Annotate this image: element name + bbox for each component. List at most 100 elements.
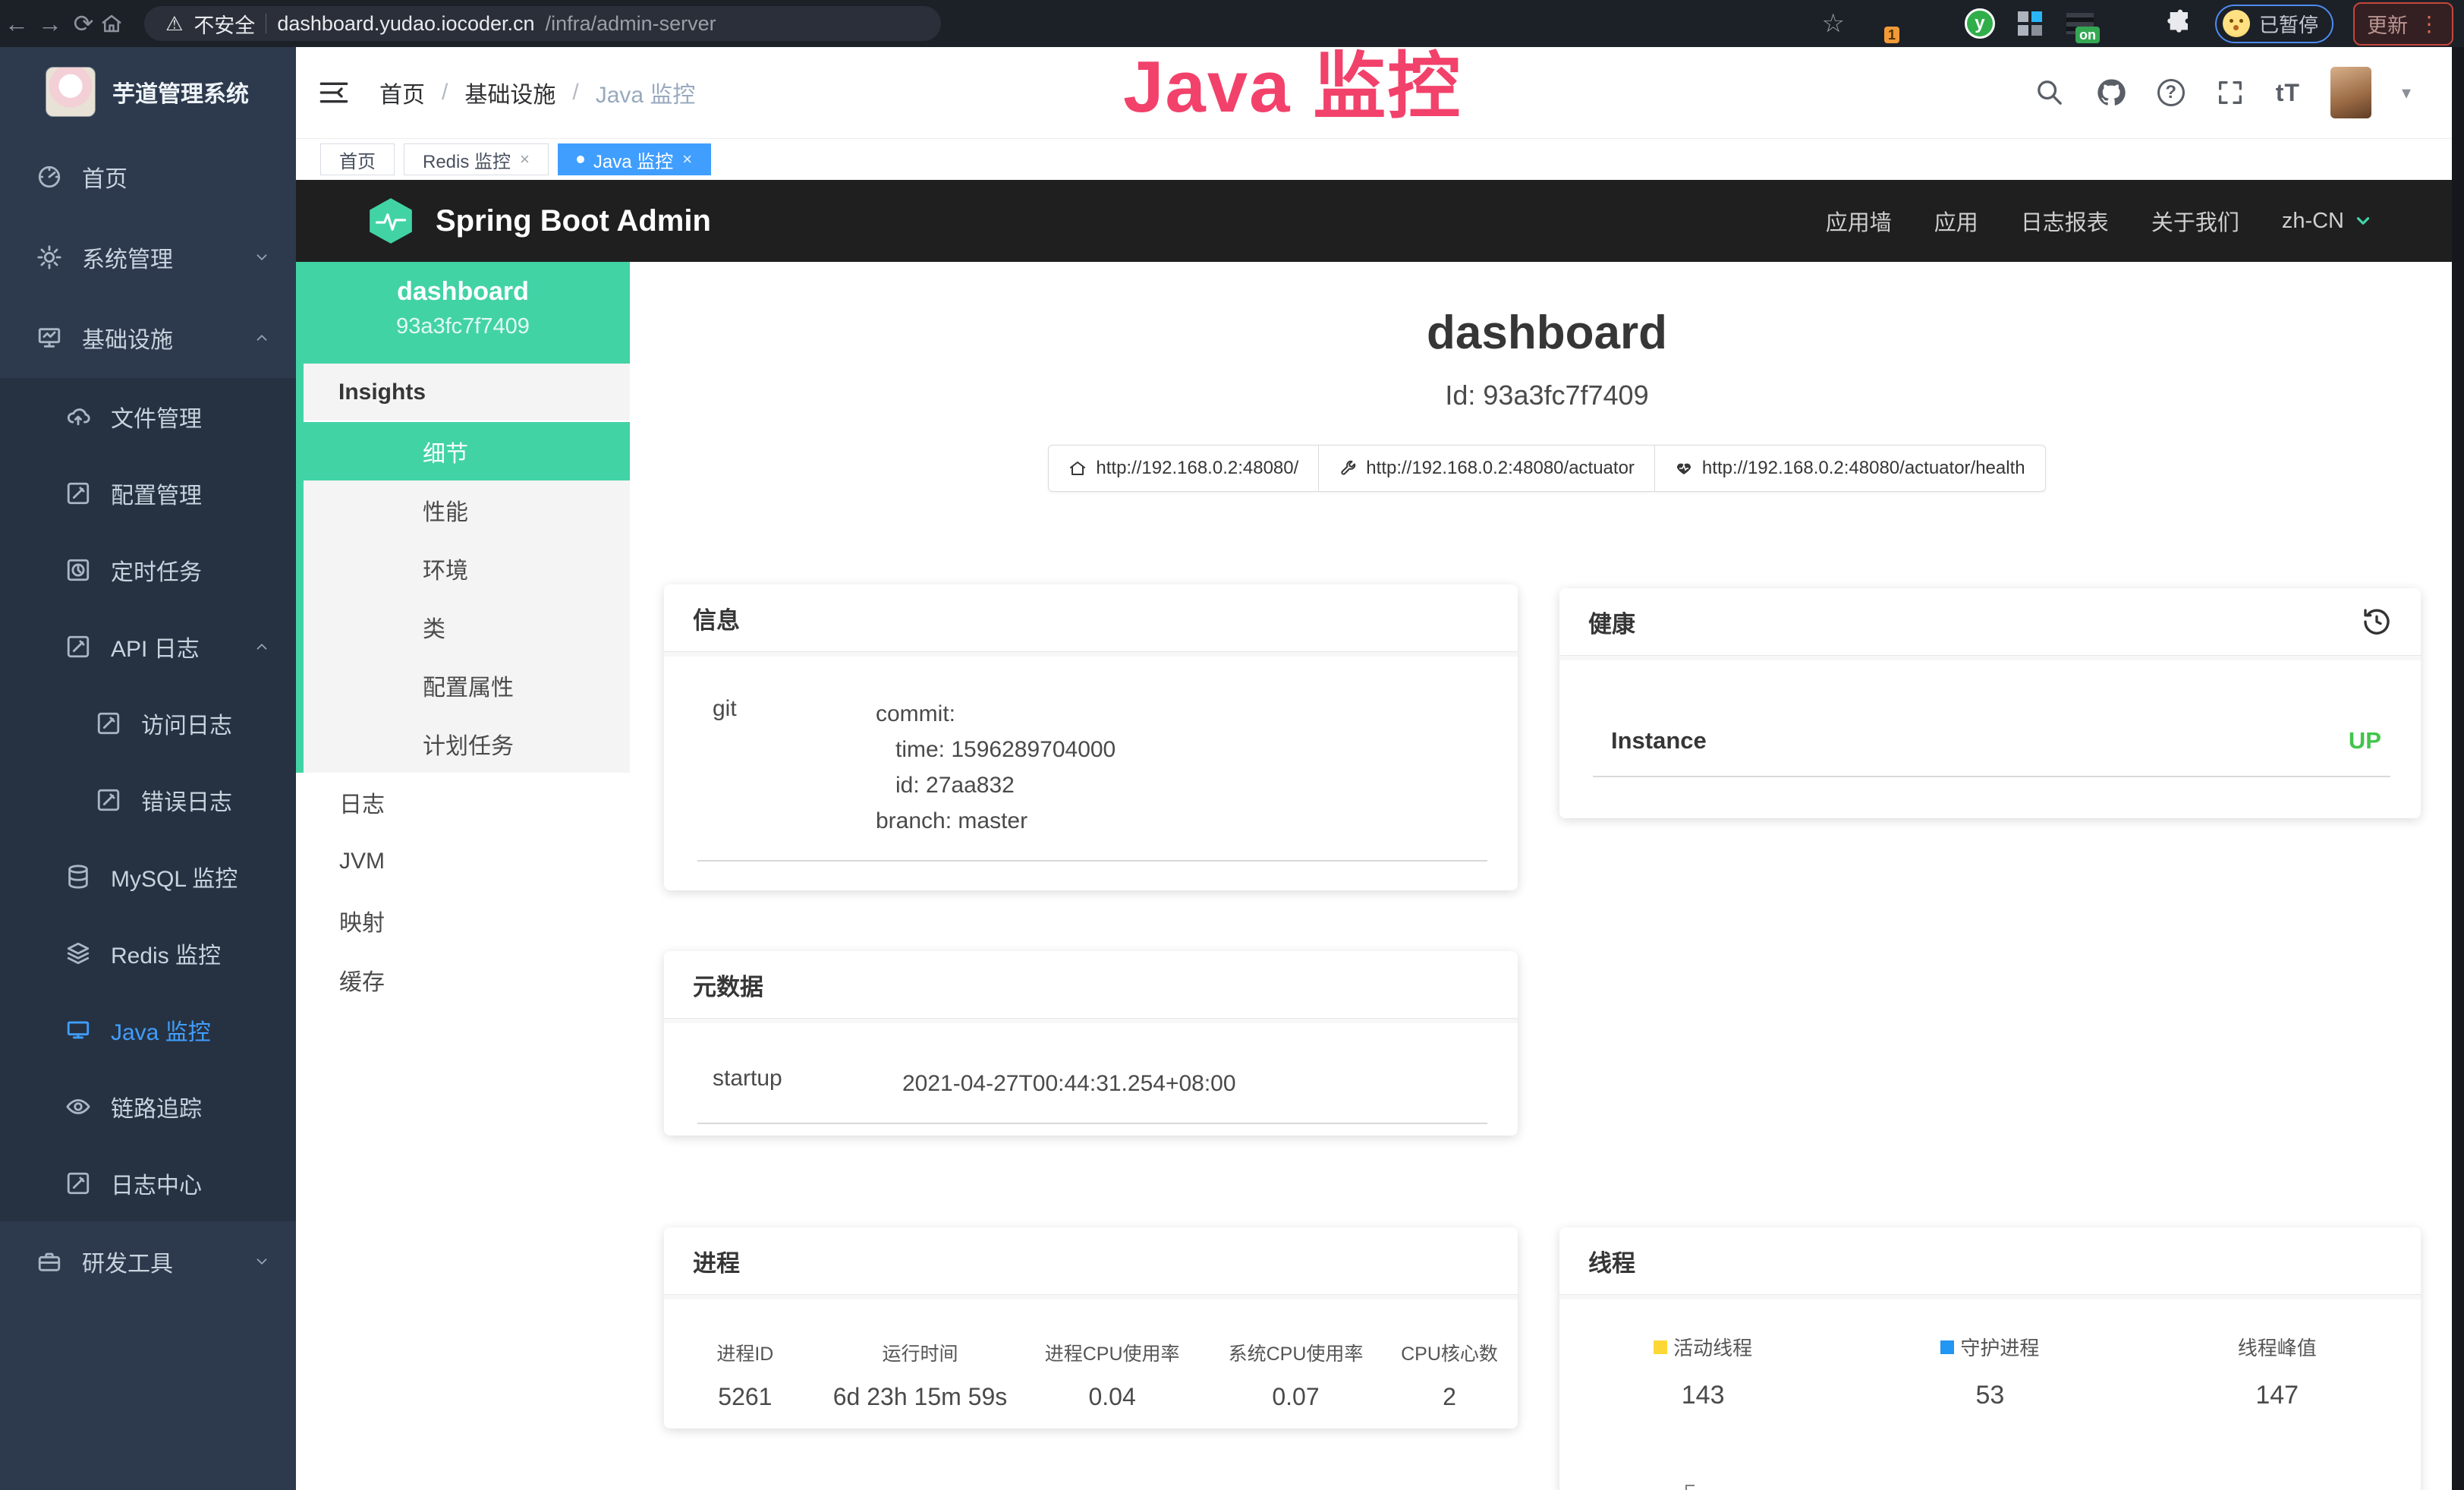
menu-item-config-props[interactable]: 配置属性 <box>304 656 630 714</box>
forward-icon[interactable]: → <box>33 10 67 38</box>
menu-item-caches[interactable]: 缓存 <box>296 950 630 1010</box>
scrollbar[interactable] <box>2452 47 2464 1490</box>
health-url-link[interactable]: http://192.168.0.2:48080/actuator/health <box>1654 446 2045 491</box>
tab-redis-monitor[interactable]: Redis 监控 × <box>404 143 549 175</box>
process-card: 进程 进程ID 运行时间 进程CPU使用率 系统CPU使用率 CPU核心数 52… <box>664 1227 1518 1429</box>
health-card-header: 健康 <box>1559 588 2421 656</box>
home-icon-glyph <box>100 12 123 35</box>
tab-java-monitor[interactable]: Java 监控 × <box>558 143 711 175</box>
update-button[interactable]: 更新 ⋮ <box>2353 2 2453 46</box>
url-path[interactable]: /infra/admin-server <box>546 12 716 36</box>
close-icon[interactable]: × <box>682 150 692 169</box>
browser-menu-icon[interactable]: ⋮ <box>2418 11 2440 36</box>
menu-item-metrics[interactable]: 性能 <box>304 480 630 539</box>
legend-live-label: 活动线程 <box>1673 1333 1752 1361</box>
security-label[interactable]: 不安全 <box>194 9 255 39</box>
sidebar-item-access-log[interactable]: 访问日志 <box>0 685 296 761</box>
home-icon[interactable] <box>100 12 134 35</box>
col-uptime: 运行时间 <box>826 1339 1015 1366</box>
extensions-puzzle-icon[interactable] <box>2165 8 2195 39</box>
menu-item-logs[interactable]: 日志 <box>296 773 630 832</box>
health-instance-label: Instance <box>1611 727 1707 754</box>
close-icon[interactable]: × <box>520 150 530 169</box>
brand-logo <box>46 67 96 117</box>
sba-brand-title[interactable]: Spring Boot Admin <box>436 204 711 238</box>
process-card-title: 进程 <box>693 1244 740 1278</box>
user-menu-caret-icon[interactable]: ▾ <box>2402 82 2411 104</box>
sba-nav-about[interactable]: 关于我们 <box>2151 205 2239 237</box>
chevron-down-icon <box>253 249 270 266</box>
locale-selector[interactable]: zh-CN <box>2282 209 2373 234</box>
sidebar-item-redis[interactable]: Redis 监控 <box>0 915 296 991</box>
font-size-icon[interactable]: tT <box>2276 79 2300 107</box>
breadcrumb-current: Java 监控 <box>596 76 696 109</box>
sidebar-item-system[interactable]: 系统管理 <box>0 217 296 298</box>
menu-item-environment[interactable]: 环境 <box>304 539 630 597</box>
metadata-card: 元数据 startup 2021-04-27T00:44:31.254+08:0… <box>664 951 1518 1136</box>
extension-on-icon[interactable]: on <box>2065 8 2095 39</box>
address-bar[interactable]: ⚠ 不安全 dashboard.yudao.iocoder.cn/infra/a… <box>144 6 941 41</box>
sidebar-item-log-center[interactable]: 日志中心 <box>0 1145 296 1221</box>
sba-nav-wallboard[interactable]: 应用墙 <box>1826 205 1892 237</box>
process-table-values: 5261 6d 23h 15m 59s 0.04 0.07 2 <box>664 1383 1518 1411</box>
service-url: http://192.168.0.2:48080/ <box>1096 458 1298 479</box>
sba-main: dashboard Id: 93a3fc7f7409 http://192.16… <box>630 262 2464 1490</box>
git-value: commit: time: 1596289704000 id: 27aa832 … <box>876 696 1116 839</box>
git-branch-line: branch: master <box>876 803 1116 839</box>
tab-home[interactable]: 首页 <box>320 143 395 175</box>
help-icon[interactable]: ? <box>2157 79 2185 106</box>
sidebar-item-home[interactable]: 首页 <box>0 137 296 217</box>
actuator-url-link[interactable]: http://192.168.0.2:48080/actuator <box>1318 446 1654 491</box>
reload-icon[interactable]: ⟳ <box>67 9 100 38</box>
sidebar-item-error-log[interactable]: 错误日志 <box>0 761 296 838</box>
user-avatar[interactable] <box>2330 67 2371 118</box>
health-card: 健康 Instance UP <box>1559 588 2421 818</box>
extension-grid-icon[interactable] <box>2015 8 2045 39</box>
menu-item-scheduled-tasks[interactable]: 计划任务 <box>304 714 630 773</box>
fullscreen-icon[interactable] <box>2215 77 2245 108</box>
search-icon[interactable] <box>2034 77 2065 108</box>
sidebar-item-java-monitor[interactable]: Java 监控 <box>0 991 296 1068</box>
sba-nav-journal[interactable]: 日志报表 <box>2021 205 2109 237</box>
info-card: 信息 git commit: time: 1596289704000 id: 2… <box>664 584 1518 890</box>
sidebar-item-config[interactable]: 配置管理 <box>0 455 296 531</box>
extension-pin-icon[interactable] <box>1915 8 1945 39</box>
sidebar-item-files[interactable]: 文件管理 <box>0 378 296 455</box>
service-url-link[interactable]: http://192.168.0.2:48080/ <box>1049 446 1318 491</box>
locale-label: zh-CN <box>2282 209 2344 234</box>
sidebar-item-dev-tools[interactable]: 研发工具 <box>0 1221 296 1302</box>
sba-nav-applications[interactable]: 应用 <box>1934 205 1978 237</box>
url-host[interactable]: dashboard.yudao.iocoder.cn <box>277 12 534 36</box>
edit-doc-icon <box>65 634 91 660</box>
history-icon[interactable] <box>2362 606 2392 637</box>
legend-swatch-blue <box>1940 1340 1954 1354</box>
threads-card-body: 活动线程 143 守护进程 53 线程峰值 147 <box>1559 1295 2421 1490</box>
sidebar-item-jobs[interactable]: 定时任务 <box>0 531 296 608</box>
breadcrumb-home[interactable]: 首页 <box>379 76 425 109</box>
brand-title: 芋道管理系统 <box>112 75 249 109</box>
sidebar-item-api-log[interactable]: API 日志 <box>0 608 296 685</box>
edit-icon <box>65 480 91 506</box>
github-icon[interactable] <box>2095 77 2127 109</box>
breadcrumb-infra[interactable]: 基础设施 <box>464 76 555 109</box>
insights-group: Insights 细节 性能 环境 类 配置属性 计划任务 <box>296 364 630 773</box>
extension-orange-icon[interactable]: 1 <box>1865 8 1895 39</box>
collapse-menu-icon[interactable] <box>319 80 349 106</box>
menu-item-mappings[interactable]: 映射 <box>296 891 630 950</box>
menu-item-jvm[interactable]: JVM <box>296 832 630 891</box>
sidebar-item-tracing[interactable]: 链路追踪 <box>0 1068 296 1145</box>
back-icon[interactable]: ← <box>0 10 33 38</box>
instance-links-group: http://192.168.0.2:48080/ http://192.168… <box>1048 445 2045 492</box>
sidebar-item-label: MySQL 监控 <box>111 860 238 893</box>
menu-item-details[interactable]: 细节 <box>304 422 630 480</box>
profile-chip[interactable]: 已暂停 <box>2215 5 2333 43</box>
extension-y-icon[interactable]: y <box>1965 8 1995 39</box>
page-subtitle: Id: 93a3fc7f7409 <box>630 380 2464 411</box>
menu-section-insights[interactable]: Insights <box>304 364 630 422</box>
menu-item-classes[interactable]: 类 <box>304 597 630 656</box>
health-instance-row[interactable]: Instance UP <box>1559 660 2421 754</box>
extension-green-icon[interactable] <box>2115 8 2145 39</box>
sidebar-item-infra[interactable]: 基础设施 <box>0 298 296 378</box>
bookmark-star-icon[interactable]: ☆ <box>1822 8 1845 39</box>
sidebar-item-mysql[interactable]: MySQL 监控 <box>0 838 296 915</box>
